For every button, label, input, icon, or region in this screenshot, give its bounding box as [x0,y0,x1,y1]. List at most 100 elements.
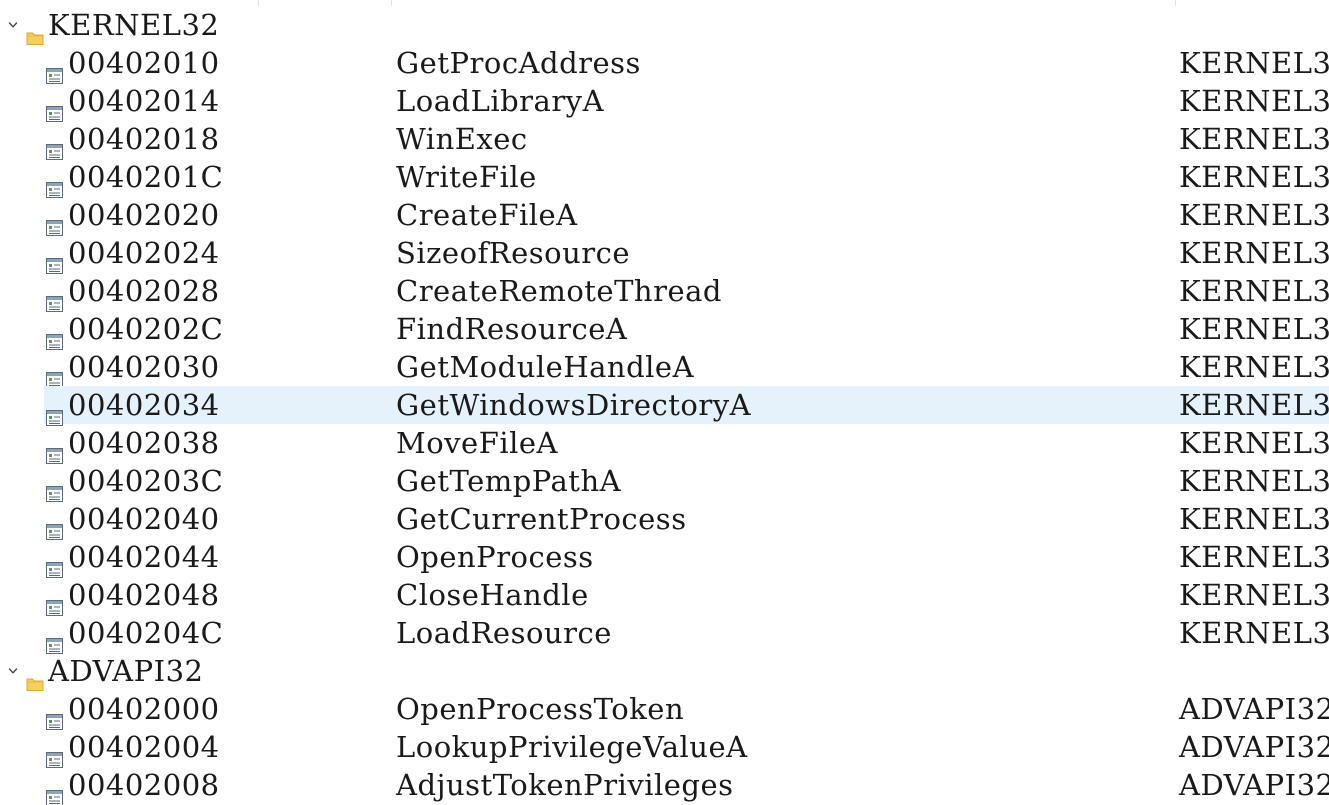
import-function-icon [46,587,63,616]
address-cell: 00402018 [68,122,220,156]
dll-name-cell: ADVAPI32 [1179,692,1329,726]
function-name-cell: SizeofResource [396,236,631,270]
dll-name-cell: KERNEL32 [1179,312,1329,346]
function-name-cell: LoadResource [396,616,612,650]
dll-name-cell: KERNEL32 [1179,122,1329,156]
tree-entry-row[interactable]: 00402030 GetModuleHandleA KERNEL32 [0,348,1329,388]
address-cell: 00402030 [68,350,220,384]
function-name-cell: GetProcAddress [396,46,641,80]
dll-name-cell: KERNEL32 [1179,84,1329,118]
function-name-cell: GetWindowsDirectoryA [396,388,752,422]
function-name-cell: CreateFileA [396,198,578,232]
import-function-icon [46,207,63,236]
address-cell: 00402044 [68,540,220,574]
tree-entry-row[interactable]: 00402000 OpenProcessToken ADVAPI32 [0,690,1329,730]
dll-name-cell: KERNEL32 [1179,274,1329,308]
dll-name-cell: KERNEL32 [1179,502,1329,536]
import-function-icon [46,245,63,274]
import-function-icon [46,701,63,730]
address-cell: 00402038 [68,426,220,460]
dll-name-cell: KERNEL32 [1179,350,1329,384]
folder-icon [26,17,44,45]
address-cell: 00402034 [68,388,220,422]
tree-entry-row[interactable]: 0040201C WriteFile KERNEL32 [0,158,1329,198]
function-name-cell: GetCurrentProcess [396,502,687,536]
dll-name-cell: KERNEL32 [1179,426,1329,460]
dll-name-cell: KERNEL32 [1179,46,1329,80]
function-name-cell: CreateRemoteThread [396,274,722,308]
import-function-icon [46,625,63,654]
dll-name-cell: KERNEL32 [1179,160,1329,194]
chevron-down-icon[interactable] [5,6,21,44]
tree-entry-row[interactable]: 0040204C LoadResource KERNEL32 [0,614,1329,654]
tree-entry-row[interactable]: 00402008 AdjustTokenPrivileges ADVAPI32 [0,766,1329,805]
tree-group-row[interactable]: ADVAPI32 [0,652,1329,691]
address-cell: 00402010 [68,46,220,80]
tree-entry-row[interactable]: 00402028 CreateRemoteThread KERNEL32 [0,272,1329,312]
dll-name-cell: ADVAPI32 [1179,768,1329,802]
folder-icon [26,663,44,691]
tree-entry-row[interactable]: 00402044 OpenProcess KERNEL32 [0,538,1329,578]
imports-tree: KERNEL3200402010GetProcAddressKERNEL3200… [0,0,1329,805]
import-function-icon [46,55,63,84]
address-cell: 00402008 [68,768,220,802]
dll-name-cell: KERNEL32 [1179,578,1329,612]
chevron-down-icon[interactable] [5,652,21,690]
dll-name-cell: KERNEL32 [1179,198,1329,232]
function-name-cell: FindResourceA [396,312,628,346]
function-name-cell: OpenProcess [396,540,594,574]
dll-name-cell: KERNEL32 [1179,464,1329,498]
function-name-cell: MoveFileA [396,426,558,460]
import-function-icon [46,549,63,578]
import-function-icon [46,321,63,350]
address-cell: 00402028 [68,274,220,308]
import-function-icon [46,511,63,540]
import-function-icon [46,283,63,312]
function-name-cell: GetModuleHandleA [396,350,695,384]
function-name-cell: GetTempPathA [396,464,622,498]
address-cell: 0040204C [68,616,224,650]
import-function-icon [46,435,63,464]
address-cell: 0040203C [68,464,224,498]
address-cell: 0040202C [68,312,224,346]
dll-name-cell: KERNEL32 [1179,616,1329,650]
import-function-icon [46,93,63,122]
tree-entry-row[interactable]: 0040203C GetTempPathA KERNEL32 [0,462,1329,502]
import-function-icon [46,473,63,502]
address-cell: 0040201C [68,160,224,194]
address-cell: 00402004 [68,730,220,764]
import-function-icon [46,359,63,388]
address-cell: 00402000 [68,692,220,726]
tree-entry-row-selected[interactable]: 00402034 GetWindowsDirectoryA KERNEL32 [0,386,1329,426]
tree-entry-row[interactable]: 00402038 MoveFileA KERNEL32 [0,424,1329,464]
dll-name-cell: ADVAPI32 [1179,730,1329,764]
import-function-icon [46,169,63,198]
dll-name-cell: KERNEL32 [1179,540,1329,574]
import-function-icon [46,397,63,426]
import-function-icon [46,131,63,160]
tree-group-row[interactable]: KERNEL32 [0,6,1329,45]
tree-entry-row[interactable]: 00402004 LookupPrivilegeValueA ADVAPI32 [0,728,1329,768]
group-label: KERNEL32 [48,8,220,42]
import-function-icon [46,739,63,768]
import-function-icon [46,777,63,805]
function-name-cell: CloseHandle [396,578,589,612]
dll-name-cell: KERNEL32 [1179,388,1329,422]
tree-entry-row[interactable]: 00402020 CreateFileA KERNEL32 [0,196,1329,236]
tree-entry-row[interactable]: 00402024 SizeofResource KERNEL32 [0,234,1329,274]
group-label: ADVAPI32 [48,654,204,688]
address-cell: 00402024 [68,236,220,270]
address-cell: 00402014 [68,84,220,118]
address-cell: 00402048 [68,578,220,612]
tree-entry-row[interactable]: 00402018 WinExec KERNEL32 [0,120,1329,160]
tree-entry-row[interactable]: 00402040 GetCurrentProcess KERNEL32 [0,500,1329,540]
tree-entry-row[interactable]: 00402010 GetProcAddress KERNEL32 [0,44,1329,84]
address-cell: 00402020 [68,198,220,232]
tree-entry-row[interactable]: 00402014 LoadLibraryA KERNEL32 [0,82,1329,122]
tree-entry-row[interactable]: 0040202C FindResourceA KERNEL32 [0,310,1329,350]
tree-entry-row[interactable]: 00402048 CloseHandle KERNEL32 [0,576,1329,616]
dll-name-cell: KERNEL32 [1179,236,1329,270]
function-name-cell: LookupPrivilegeValueA [396,730,748,764]
function-name-cell: LoadLibraryA [396,84,605,118]
function-name-cell: AdjustTokenPrivileges [396,768,734,802]
